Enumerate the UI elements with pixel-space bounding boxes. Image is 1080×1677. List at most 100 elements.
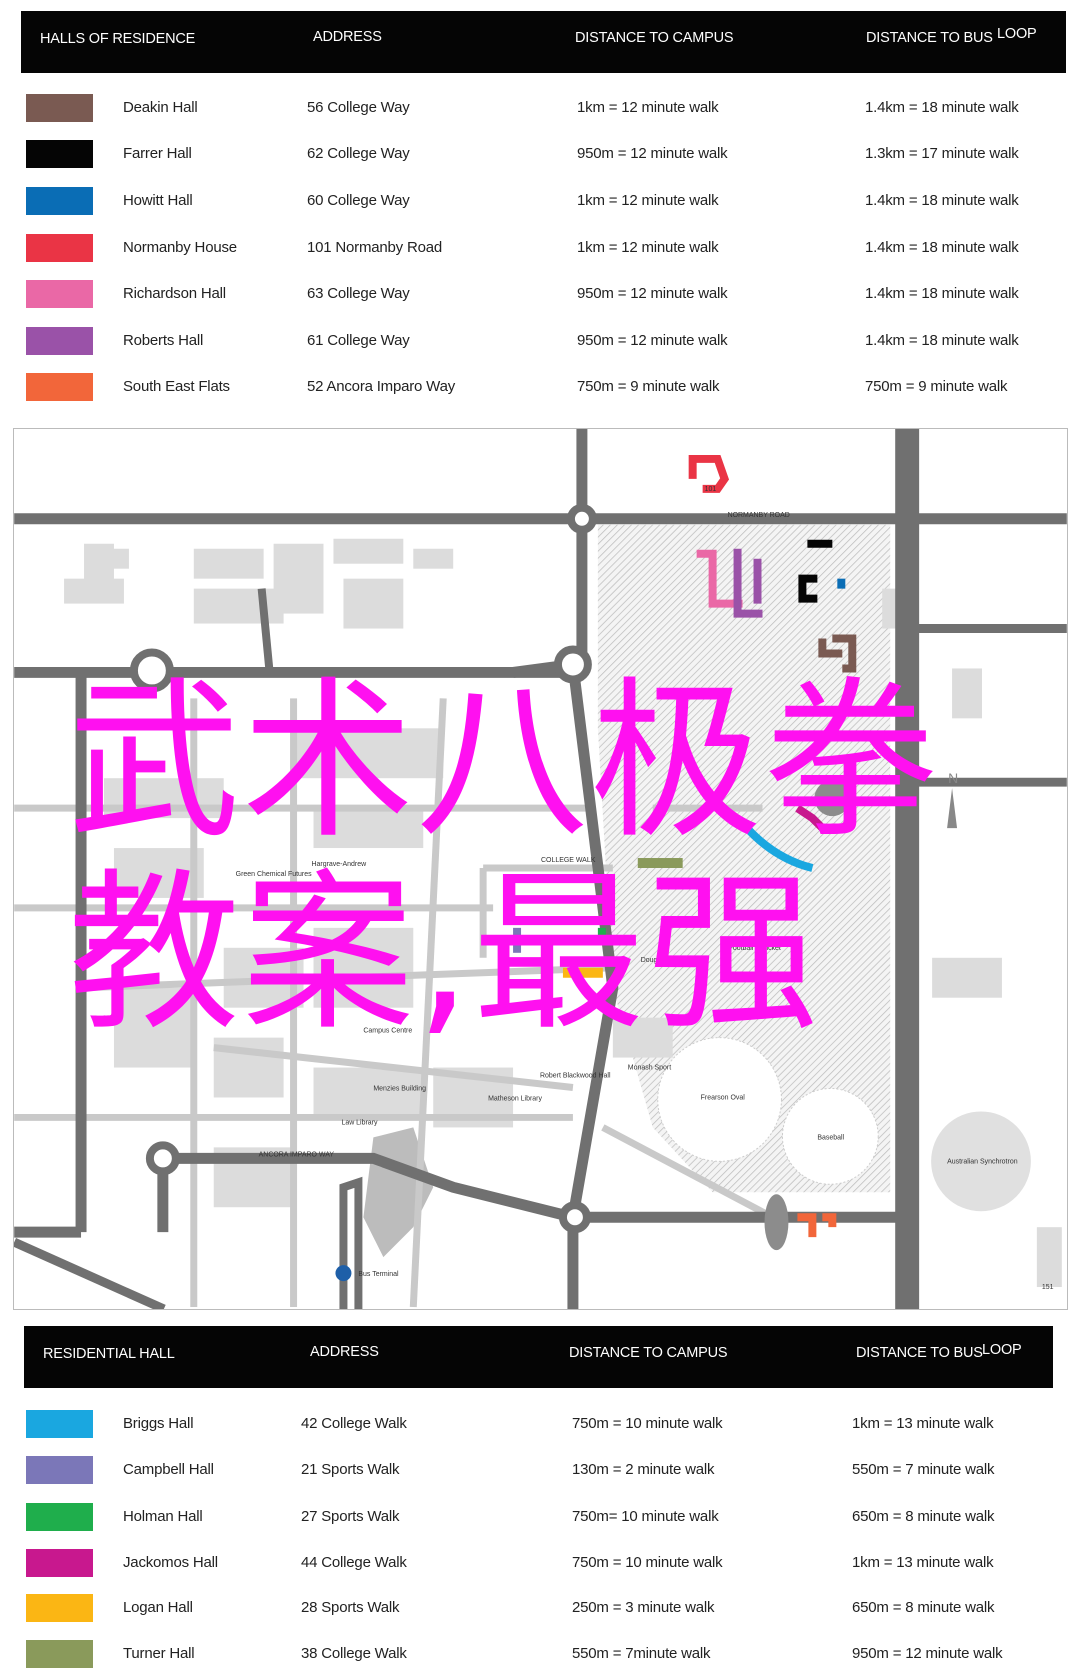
header-loop: LOOP	[997, 26, 1037, 42]
hall-name: Farrer Hall	[123, 145, 192, 162]
distance-to-campus: 950m = 12 minute walk	[577, 332, 728, 349]
map-label-page-number: 151	[1042, 1284, 1054, 1291]
hall-name: Logan Hall	[123, 1599, 193, 1616]
map-label-monash-sport: Monash Sport	[628, 1065, 671, 1072]
distance-to-bus: 650m = 8 minute walk	[852, 1508, 995, 1525]
table-row: Farrer Hall 62 College Way 950m = 12 minut…	[0, 140, 1080, 170]
hall-name: Roberts Hall	[123, 332, 204, 349]
hall-name: Holman Hall	[123, 1508, 203, 1525]
table-row: Normanby House 101 Normanby Road 1km = 12 …	[0, 234, 1080, 264]
address: 38 College Walk	[301, 1645, 407, 1662]
color-swatch	[26, 1549, 93, 1577]
hall-name: Campbell Hall	[123, 1461, 214, 1478]
map-label-law-library: Law Library	[341, 1119, 378, 1126]
color-swatch	[26, 327, 93, 355]
table-row: South East Flats 52 Ancora Imparo Way 750m…	[0, 373, 1080, 403]
header-bus: DISTANCE TO BUS	[866, 30, 993, 46]
hall-name: Howitt Hall	[123, 192, 193, 209]
color-swatch	[26, 1640, 93, 1668]
address: 62 College Way	[307, 145, 410, 162]
overlay-title-line1: 武术八极拳	[68, 661, 938, 862]
distance-to-bus: 1.4km = 18 minute walk	[865, 99, 1019, 116]
color-swatch	[26, 280, 93, 308]
map-label-101: 101	[705, 486, 717, 493]
distance-to-campus: 750m = 9 minute walk	[577, 378, 720, 395]
address: 21 Sports Walk	[301, 1461, 400, 1478]
color-swatch	[26, 1410, 93, 1438]
color-swatch	[26, 140, 93, 168]
table-row: Deakin Hall 56 College Way 1km = 12 minute…	[0, 94, 1080, 124]
table-row: Richardson Hall 63 College Way 950m = 12 m…	[0, 280, 1080, 310]
address: 42 College Walk	[301, 1415, 407, 1432]
overlay-title-line2: 教案,最强	[68, 853, 821, 1054]
map-label-ancora-imparo-way: ANCORA IMPARO WAY	[259, 1151, 335, 1158]
distance-to-bus: 1.4km = 18 minute walk	[865, 192, 1019, 209]
distance-to-campus: 750m = 10 minute walk	[572, 1554, 723, 1571]
header-hall: RESIDENTIAL HALL	[43, 1346, 175, 1362]
address: 52 Ancora Imparo Way	[307, 378, 456, 395]
bus-icon	[335, 1265, 352, 1282]
distance-to-bus: 1km = 13 minute walk	[852, 1554, 994, 1571]
address: 27 Sports Walk	[301, 1508, 400, 1525]
table-row: Campbell Hall 21 Sports Walk 130m = 2 minu…	[0, 1456, 1080, 1486]
distance-to-campus: 1km = 12 minute walk	[577, 192, 719, 209]
table-row: Holman Hall 27 Sports Walk 750m= 10 minute…	[0, 1503, 1080, 1533]
distance-to-bus: 550m = 7 minute walk	[852, 1461, 995, 1478]
table-row: Jackomos Hall 44 College Walk 750m = 10 mi…	[0, 1549, 1080, 1579]
map-label-menzies: Menzies Building	[373, 1085, 426, 1092]
address: 61 College Way	[307, 332, 410, 349]
map-label-matheson-library: Matheson Library	[488, 1095, 542, 1102]
hall-name: South East Flats	[123, 378, 230, 395]
table2-header: RESIDENTIAL HALL ADDRESS DISTANCE TO CAM…	[24, 1326, 1053, 1388]
hall-name: Normanby House	[123, 239, 237, 256]
distance-to-campus: 950m = 12 minute walk	[577, 145, 728, 162]
address: 28 Sports Walk	[301, 1599, 400, 1616]
distance-to-bus: 1.4km = 18 minute walk	[865, 239, 1019, 256]
map-label-frearson-oval: Frearson Oval	[701, 1094, 746, 1101]
color-swatch	[26, 1456, 93, 1484]
table-row: Roberts Hall 61 College Way 950m = 12 minu…	[0, 327, 1080, 357]
distance-to-bus: 950m = 12 minute walk	[852, 1645, 1003, 1662]
hall-name: Richardson Hall	[123, 285, 226, 302]
header-campus: DISTANCE TO CAMPUS	[569, 1345, 728, 1361]
table-row: Logan Hall 28 Sports Walk 250m = 3 minute …	[0, 1594, 1080, 1624]
color-swatch	[26, 373, 93, 401]
table-row: Briggs Hall 42 College Walk 750m = 10 minu…	[0, 1410, 1080, 1440]
distance-to-campus: 550m = 7minute walk	[572, 1645, 711, 1662]
header-address: ADDRESS	[310, 1344, 379, 1360]
address: 56 College Way	[307, 99, 410, 116]
distance-to-campus: 750m= 10 minute walk	[572, 1508, 719, 1525]
distance-to-campus: 1km = 12 minute walk	[577, 239, 719, 256]
table-row: Howitt Hall 60 College Way 1km = 12 minute…	[0, 187, 1080, 217]
map-label-normanby-road: NORMANBY ROAD	[728, 512, 790, 519]
hall-name: Turner Hall	[123, 1645, 195, 1662]
color-swatch	[26, 1594, 93, 1622]
distance-to-bus: 1.3km = 17 minute walk	[865, 145, 1019, 162]
north-arrow-icon: N	[948, 770, 958, 786]
header-campus: DISTANCE TO CAMPUS	[575, 30, 734, 46]
distance-to-campus: 250m = 3 minute walk	[572, 1599, 715, 1616]
address: 60 College Way	[307, 192, 410, 209]
map-label-synchrotron: Australian Synchrotron	[947, 1158, 1018, 1165]
distance-to-campus: 130m = 2 minute walk	[572, 1461, 715, 1478]
header-bus: DISTANCE TO BUS	[856, 1345, 983, 1361]
header-address: ADDRESS	[313, 29, 382, 45]
header-loop: LOOP	[982, 1342, 1022, 1358]
distance-to-campus: 950m = 12 minute walk	[577, 285, 728, 302]
distance-to-bus: 1.4km = 18 minute walk	[865, 332, 1019, 349]
hall-name: Jackomos Hall	[123, 1554, 218, 1571]
map-label-bus-terminal: Bus Terminal	[358, 1271, 399, 1278]
distance-to-campus: 750m = 10 minute walk	[572, 1415, 723, 1432]
table-row: Turner Hall 38 College Walk 550m = 7minute…	[0, 1640, 1080, 1670]
header-hall: HALLS OF RESIDENCE	[40, 31, 196, 47]
map-label-robert-blackwood: Robert Blackwood Hall	[540, 1073, 611, 1080]
distance-to-campus: 1km = 12 minute walk	[577, 99, 719, 116]
distance-to-bus: 1km = 13 minute walk	[852, 1415, 994, 1432]
color-swatch	[26, 1503, 93, 1531]
distance-to-bus: 1.4km = 18 minute walk	[865, 285, 1019, 302]
address: 63 College Way	[307, 285, 410, 302]
hall-name: Briggs Hall	[123, 1415, 194, 1432]
color-swatch	[26, 234, 93, 262]
color-swatch	[26, 94, 93, 122]
address: 101 Normanby Road	[307, 239, 443, 256]
